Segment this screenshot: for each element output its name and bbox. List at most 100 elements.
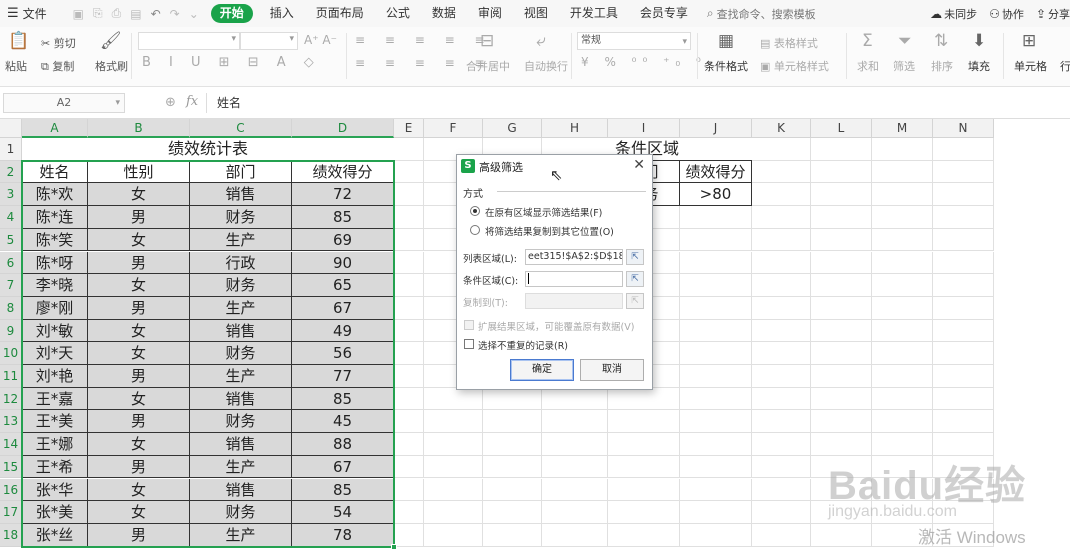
paste-icon[interactable]: 📋 [8, 31, 29, 51]
grid-cell[interactable] [483, 433, 542, 456]
table-cell[interactable]: 77 [292, 365, 394, 388]
table-cell[interactable]: 财务 [190, 501, 292, 524]
grid-cell[interactable] [872, 183, 933, 207]
grid-cell[interactable] [394, 138, 424, 161]
column-header-K[interactable]: K [752, 119, 811, 138]
grid-cell[interactable] [872, 365, 933, 388]
cancel-button[interactable]: 取消 [580, 359, 644, 381]
table-cell[interactable]: 生产 [190, 365, 292, 388]
share-button[interactable]: ⇪ 分享 [1036, 6, 1070, 22]
sum-icon[interactable]: Σ [862, 31, 873, 51]
table-cell[interactable]: 85 [292, 387, 394, 411]
grid-cell[interactable] [933, 387, 994, 411]
grid-cell[interactable] [394, 478, 424, 502]
print-icon[interactable]: ⎙ [112, 6, 122, 21]
grid-cell[interactable] [933, 274, 994, 297]
table-cell[interactable]: 88 [292, 433, 394, 456]
grid-cell[interactable] [483, 387, 542, 411]
collab-button[interactable]: ⚇ 协作 [989, 6, 1024, 22]
grid-cell[interactable] [811, 183, 872, 207]
table-cell[interactable]: 销售 [190, 478, 292, 502]
grid-cell[interactable] [680, 433, 752, 456]
grid-cell[interactable] [752, 342, 811, 365]
grid-cell[interactable] [424, 478, 483, 502]
row-header-14[interactable]: 14 [0, 433, 22, 456]
table-cell[interactable]: 67 [292, 296, 394, 320]
grid-cell[interactable] [680, 501, 752, 524]
table-cell[interactable]: 78 [292, 523, 394, 547]
grid-cell[interactable] [394, 523, 424, 547]
font-style-icons[interactable]: B I U ⊞ ⊟ A ◇ [142, 55, 321, 70]
row-header-13[interactable]: 13 [0, 410, 22, 434]
grid-cell[interactable] [752, 183, 811, 207]
table-cell[interactable]: 女 [88, 433, 190, 456]
grid-cell[interactable] [394, 342, 424, 365]
main-table-title[interactable]: 绩效统计表 [22, 138, 394, 161]
grid-cell[interactable] [811, 410, 872, 434]
table-cell[interactable]: 刘*艳 [22, 365, 88, 388]
grid-cell[interactable] [933, 228, 994, 252]
grid-cell[interactable] [424, 455, 483, 479]
table-cell[interactable]: 65 [292, 274, 394, 297]
close-icon[interactable]: ✕ [633, 157, 645, 173]
grid-cell[interactable] [752, 319, 811, 343]
table-cell[interactable]: 女 [88, 274, 190, 297]
grid-cell[interactable] [933, 342, 994, 365]
table-cell[interactable]: 女 [88, 478, 190, 502]
grid-cell[interactable] [542, 455, 608, 479]
grid-cell[interactable] [680, 296, 752, 320]
column-header-H[interactable]: H [542, 119, 608, 138]
row-header-1[interactable]: 1 [0, 138, 22, 161]
grid-cell[interactable] [608, 387, 680, 411]
grid-cell[interactable] [872, 138, 933, 161]
grid-cell[interactable] [811, 138, 872, 161]
grid-cell[interactable] [752, 138, 811, 161]
redo-icon[interactable]: ↷ [170, 7, 180, 21]
grid-cell[interactable] [394, 410, 424, 434]
font-grow-icon[interactable]: A⁺ A⁻ [304, 33, 337, 47]
column-header-E[interactable]: E [394, 119, 424, 138]
grid-cell[interactable] [483, 455, 542, 479]
table-cell[interactable]: 刘*敏 [22, 319, 88, 343]
grid-cell[interactable] [811, 319, 872, 343]
table-cell[interactable]: 廖*刚 [22, 296, 88, 320]
table-cell[interactable]: 男 [88, 251, 190, 275]
save-icon[interactable]: ▣ [73, 7, 84, 21]
conditional-format-icon[interactable]: ▦ [718, 31, 734, 51]
radio-copy-label[interactable]: 将筛选结果复制到其它位置(O) [485, 224, 614, 238]
table-cell[interactable]: 刘*天 [22, 342, 88, 365]
filter-button[interactable]: 筛选 [893, 58, 915, 74]
table-cell[interactable]: 72 [292, 183, 394, 207]
table-cell[interactable]: 49 [292, 319, 394, 343]
column-header-G[interactable]: G [483, 119, 542, 138]
command-search[interactable]: ⌕ 查找命令、搜索模板 [707, 6, 816, 22]
row-header-8[interactable]: 8 [0, 296, 22, 320]
grid-cell[interactable] [394, 365, 424, 388]
grid-cell[interactable] [608, 501, 680, 524]
sync-button[interactable]: ☁ 未同步 [930, 6, 977, 22]
grid-cell[interactable] [933, 251, 994, 275]
grid-cell[interactable] [424, 387, 483, 411]
brush-icon[interactable]: 🖌 [100, 31, 122, 51]
table-cell[interactable]: 生产 [190, 296, 292, 320]
grid-cell[interactable] [872, 319, 933, 343]
table-cell[interactable]: 67 [292, 455, 394, 479]
grid-cell[interactable] [872, 274, 933, 297]
grid-cell[interactable] [394, 206, 424, 229]
grid-cell[interactable] [394, 274, 424, 297]
grid-cell[interactable] [680, 410, 752, 434]
table-cell[interactable]: 女 [88, 387, 190, 411]
grid-cell[interactable] [424, 433, 483, 456]
grid-cell[interactable] [872, 206, 933, 229]
grid-cell[interactable] [872, 160, 933, 184]
table-cell[interactable]: 85 [292, 206, 394, 229]
table-cell[interactable]: 生产 [190, 523, 292, 547]
grid-cell[interactable] [542, 410, 608, 434]
grid-cell[interactable] [933, 319, 994, 343]
file-menu[interactable]: ☰ 文件 [0, 0, 55, 27]
radio-inplace-label[interactable]: 在原有区域显示筛选结果(F) [485, 205, 602, 219]
column-header-B[interactable]: B [88, 119, 190, 138]
grid-cell[interactable] [483, 501, 542, 524]
grid-cell[interactable] [424, 501, 483, 524]
grid-cell[interactable] [752, 160, 811, 184]
